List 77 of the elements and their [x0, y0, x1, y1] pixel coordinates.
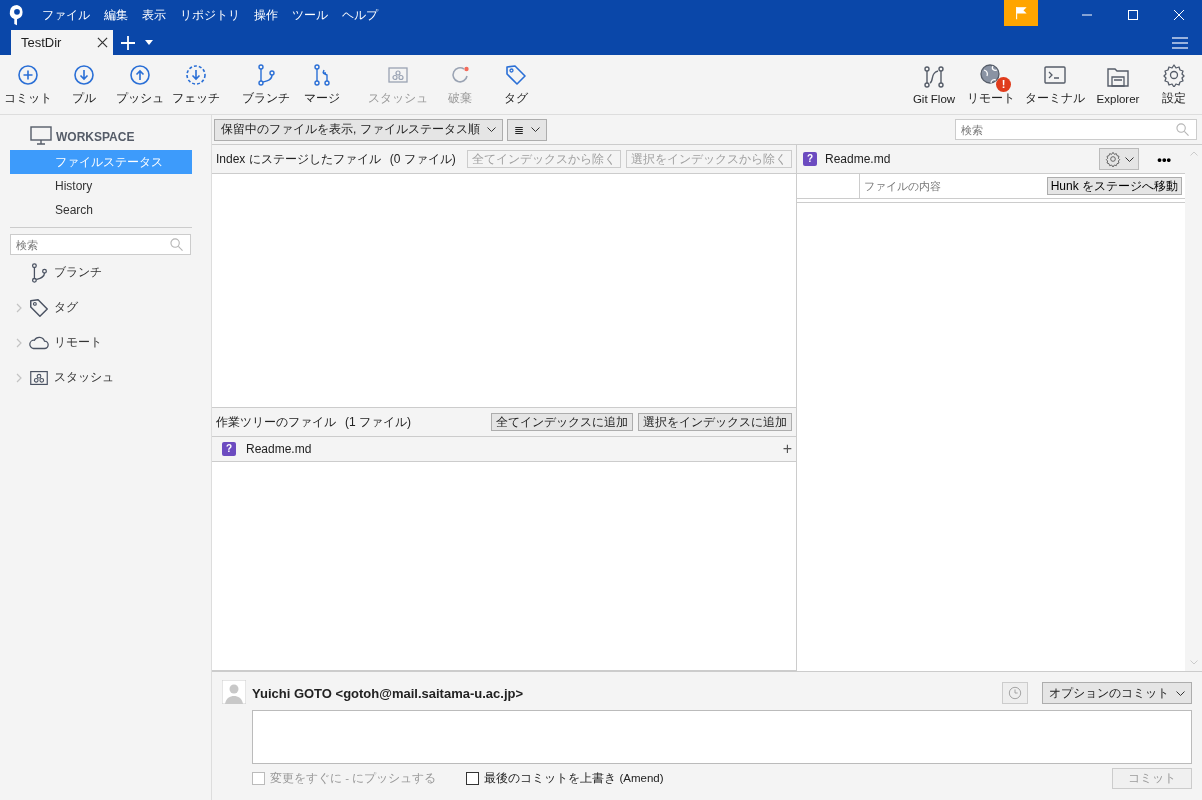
- toolbar-button[interactable]: ターミナル: [1020, 63, 1090, 106]
- author-name: Yuichi GOTO <gotoh@mail.saitama-u.ac.jp>: [252, 685, 524, 701]
- toolbar-button[interactable]: Git Flow: [906, 64, 962, 105]
- pane-title: 作業ツリーのファイル: [216, 413, 336, 431]
- toolbar-button[interactable]: プッシュ: [112, 63, 168, 106]
- down-arrow-circle-icon: [72, 63, 96, 87]
- toolbar-button[interactable]: マージ: [294, 63, 350, 106]
- settings-icon: [1162, 63, 1186, 87]
- settings-dropdown[interactable]: [1099, 148, 1140, 170]
- close-tab-icon[interactable]: [97, 37, 108, 48]
- pane-title: Index にステージしたファイル: [216, 150, 381, 168]
- menu-item[interactable]: ツール: [292, 6, 328, 24]
- column-header: ファイルの内容: [863, 178, 942, 194]
- flag-button[interactable]: [1004, 0, 1038, 26]
- status-badge: ?: [222, 442, 236, 456]
- warning-badge: !: [996, 77, 1011, 92]
- stage-hunk-button[interactable]: Hunk をステージへ移動: [1046, 177, 1182, 195]
- settings-icon: [1104, 151, 1121, 167]
- toolbar-button[interactable]: プル: [56, 63, 112, 106]
- flag-icon: [1014, 6, 1028, 20]
- menu-item[interactable]: 編集: [104, 6, 128, 24]
- toolbar-button[interactable]: ブランチ: [238, 63, 294, 106]
- search-field[interactable]: 検索: [955, 119, 1197, 140]
- chevron-down-icon: [530, 127, 540, 132]
- checkbox[interactable]: 最後のコミットを上書き (Amend): [466, 770, 664, 786]
- chevron-down-icon: [486, 127, 496, 132]
- toolbar-button[interactable]: コミット: [0, 63, 56, 106]
- file-name: Readme.md: [825, 152, 891, 166]
- tab[interactable]: TestDir: [11, 30, 113, 55]
- search-icon: [1176, 123, 1189, 136]
- toolbar-button[interactable]: タグ: [488, 63, 544, 106]
- commit-options-dropdown[interactable]: オプションのコミット: [1042, 682, 1192, 704]
- sidebar-section[interactable]: リモート: [10, 325, 211, 360]
- sidebar-section[interactable]: スタッシュ: [10, 360, 211, 395]
- status-badge: ?: [803, 152, 817, 166]
- toolbar-button[interactable]: 設定: [1146, 63, 1202, 106]
- up-arrow-circle-icon: [128, 63, 152, 87]
- chevron-down-icon: [1176, 690, 1185, 696]
- stage-button[interactable]: 選択をインデックスに追加: [638, 413, 792, 431]
- section-heading: WORKSPACE: [56, 130, 135, 144]
- globe-icon: [979, 63, 1003, 87]
- search-icon: [170, 238, 183, 251]
- menu-item[interactable]: 表示: [142, 6, 166, 24]
- stage-button[interactable]: 全てインデックスに追加: [491, 413, 633, 431]
- toolbar-button[interactable]: Explorer: [1090, 64, 1146, 105]
- git-flow-icon: [922, 64, 946, 89]
- chevron-down-icon: [1124, 156, 1134, 162]
- avatar-icon: [222, 679, 246, 707]
- terminal-icon: [1043, 63, 1067, 87]
- more-button[interactable]: •••: [1157, 151, 1171, 167]
- toolbar-button[interactable]: フェッチ: [168, 63, 224, 106]
- commit-message-field[interactable]: [252, 710, 1192, 764]
- toolbar-button[interactable]: ! リモート: [962, 63, 1020, 106]
- add-button[interactable]: +: [782, 440, 792, 458]
- sidebar-item[interactable]: History: [10, 174, 192, 198]
- filter-dropdown[interactable]: 保留中のファイルを表示, ファイルステータス順: [214, 118, 503, 141]
- menu-item[interactable]: ヘルプ: [342, 6, 378, 24]
- menu-item[interactable]: ファイル: [42, 6, 90, 24]
- tag-icon: [504, 63, 528, 87]
- file-row[interactable]: ? Readme.md +: [212, 437, 796, 462]
- menu-item[interactable]: リポジトリ: [180, 6, 240, 24]
- file-name: Readme.md: [246, 442, 312, 456]
- clock-icon: [1008, 686, 1022, 700]
- maximize-icon[interactable]: [1127, 9, 1139, 21]
- sidebar-section[interactable]: タグ: [10, 290, 211, 325]
- view-dropdown[interactable]: ≣: [506, 118, 547, 141]
- tag-icon: [28, 296, 50, 319]
- plus-circle-icon: [16, 63, 40, 87]
- menu-item[interactable]: 操作: [254, 6, 278, 24]
- sidebar-section[interactable]: ブランチ: [10, 255, 211, 290]
- search-field[interactable]: 検索: [10, 234, 191, 255]
- history-button[interactable]: [1002, 682, 1028, 704]
- close-icon[interactable]: [1173, 9, 1185, 21]
- file-count: (1 ファイル): [345, 413, 411, 431]
- sidebar-item[interactable]: Search: [10, 198, 192, 222]
- tab-label: TestDir: [21, 35, 62, 50]
- file-count: (0 ファイル): [389, 150, 456, 168]
